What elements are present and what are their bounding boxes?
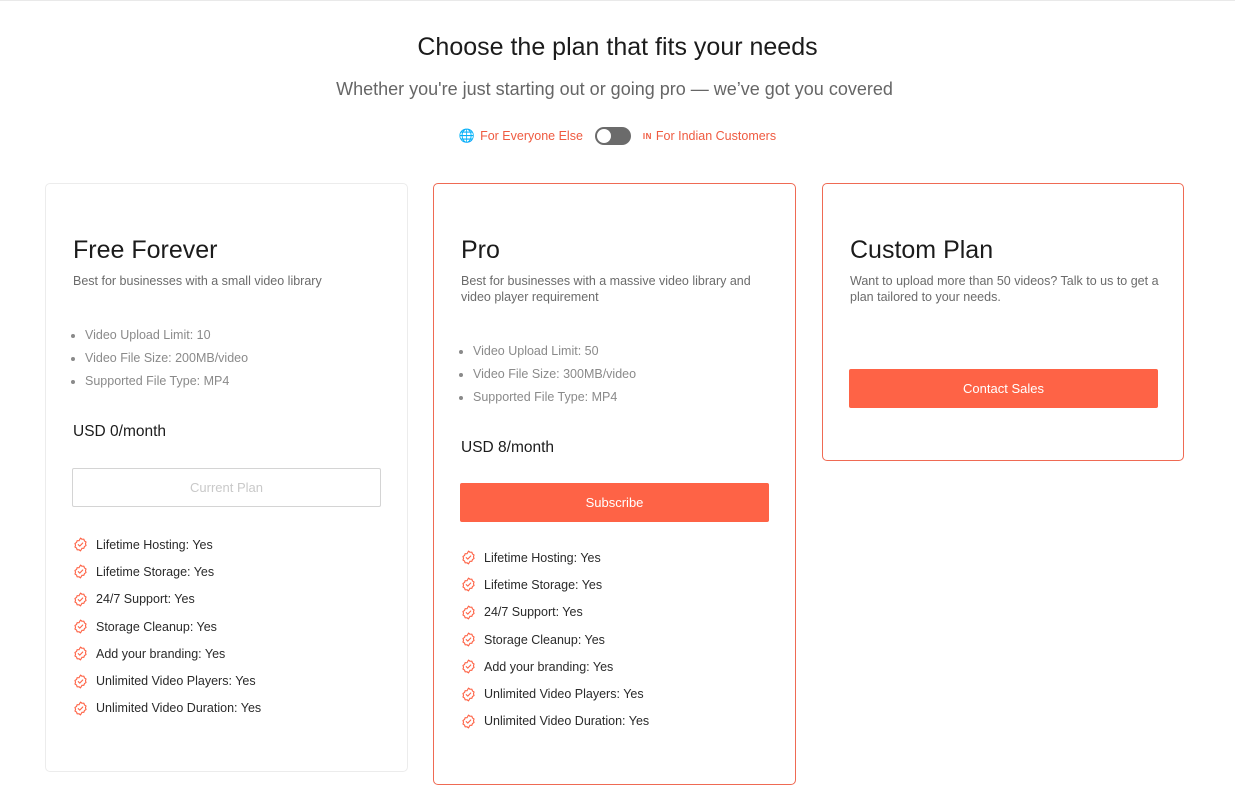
- plan-description: Want to upload more than 50 videos? Talk…: [850, 274, 1159, 304]
- check-badge-icon: [461, 687, 484, 702]
- contact-sales-button[interactable]: Contact Sales: [849, 369, 1158, 408]
- check-badge-icon: [461, 577, 484, 592]
- plan-name: Pro: [461, 236, 500, 264]
- current-plan-button[interactable]: Current Plan: [72, 468, 381, 507]
- feature-item: 24/7 Support: Yes: [73, 586, 261, 613]
- plan-price: USD 0/month: [73, 423, 167, 440]
- plan-card-free: Free Forever Best for businesses with a …: [45, 183, 408, 772]
- feature-label: Unlimited Video Players: Yes: [96, 674, 256, 689]
- plan-price: USD 8/month: [461, 439, 555, 456]
- check-badge-icon: [73, 564, 96, 579]
- check-badge-icon: [461, 605, 484, 620]
- check-badge-icon: [73, 619, 96, 634]
- feature-label: Add your branding: Yes: [96, 646, 226, 661]
- feature-item: Unlimited Video Duration: Yes: [73, 695, 261, 722]
- feature-item: Lifetime Storage: Yes: [73, 558, 261, 585]
- feature-label: Unlimited Video Players: Yes: [484, 687, 644, 702]
- check-badge-icon: [461, 632, 484, 647]
- feature-item: Unlimited Video Duration: Yes: [461, 708, 649, 735]
- plan-card-pro: Pro Best for businesses with a massive v…: [433, 183, 796, 785]
- top-divider: [0, 0, 1235, 1]
- region-label-everyone[interactable]: For Everyone Else: [480, 129, 583, 143]
- limit-item: Video Upload Limit: 50: [473, 340, 636, 363]
- feature-label: Lifetime Storage: Yes: [96, 564, 215, 579]
- feature-item: Add your branding: Yes: [461, 653, 649, 680]
- check-badge-icon: [73, 701, 96, 716]
- limit-item: Video File Size: 300MB/video: [473, 363, 636, 386]
- india-flag-icon: IN: [642, 131, 652, 141]
- region-toggle-switch[interactable]: [594, 127, 631, 145]
- plan-features-list: Lifetime Hosting: Yes Lifetime Storage: Y…: [461, 544, 649, 735]
- plan-name: Free Forever: [73, 236, 218, 264]
- page-subtitle: Whether you're just starting out or goin…: [336, 79, 893, 99]
- feature-label: 24/7 Support: Yes: [484, 605, 583, 620]
- plan-features-list: Lifetime Hosting: Yes Lifetime Storage: Y…: [73, 531, 261, 722]
- feature-item: 24/7 Support: Yes: [461, 599, 649, 626]
- plan-description: Best for businesses with a massive video…: [461, 274, 751, 304]
- feature-item: Add your branding: Yes: [73, 640, 261, 667]
- feature-label: Lifetime Hosting: Yes: [96, 537, 213, 552]
- feature-label: Storage Cleanup: Yes: [484, 632, 605, 647]
- check-badge-icon: [73, 592, 96, 607]
- feature-label: 24/7 Support: Yes: [96, 592, 195, 607]
- limit-item: Supported File Type: MP4: [85, 370, 248, 393]
- check-badge-icon: [461, 550, 484, 565]
- feature-item: Lifetime Storage: Yes: [461, 571, 649, 598]
- check-badge-icon: [73, 646, 96, 661]
- region-toggle-group: 🌐 For Everyone Else IN For Indian Custom…: [0, 127, 1235, 145]
- check-badge-icon: [461, 659, 484, 674]
- subscribe-button[interactable]: Subscribe: [460, 483, 769, 522]
- limit-item: Supported File Type: MP4: [473, 386, 636, 409]
- check-badge-icon: [461, 714, 484, 729]
- limit-item: Video File Size: 200MB/video: [85, 347, 248, 370]
- check-badge-icon: [73, 537, 96, 552]
- region-label-india[interactable]: For Indian Customers: [656, 129, 776, 143]
- feature-item: Unlimited Video Players: Yes: [73, 667, 261, 694]
- page-title: Choose the plan that fits your needs: [417, 33, 818, 61]
- feature-item: Unlimited Video Players: Yes: [461, 680, 649, 707]
- check-badge-icon: [73, 674, 96, 689]
- feature-label: Unlimited Video Duration: Yes: [96, 701, 262, 716]
- feature-item: Storage Cleanup: Yes: [461, 626, 649, 653]
- plan-limits-list: Video Upload Limit: 50 Video File Size: …: [461, 340, 636, 409]
- plan-name: Custom Plan: [850, 236, 994, 264]
- limit-item: Video Upload Limit: 10: [85, 324, 248, 347]
- feature-label: Storage Cleanup: Yes: [96, 619, 217, 634]
- feature-item: Storage Cleanup: Yes: [73, 613, 261, 640]
- globe-icon: 🌐: [458, 128, 476, 143]
- feature-label: Add your branding: Yes: [484, 659, 614, 674]
- feature-label: Lifetime Storage: Yes: [484, 577, 603, 592]
- toggle-knob: [596, 129, 611, 143]
- plan-card-custom: Custom Plan Want to upload more than 50 …: [822, 183, 1184, 461]
- feature-label: Lifetime Hosting: Yes: [484, 550, 601, 565]
- feature-label: Unlimited Video Duration: Yes: [484, 714, 650, 729]
- feature-item: Lifetime Hosting: Yes: [461, 544, 649, 571]
- plan-limits-list: Video Upload Limit: 10 Video File Size: …: [73, 324, 248, 393]
- plan-description: Best for businesses with a small video l…: [73, 274, 322, 288]
- feature-item: Lifetime Hosting: Yes: [73, 531, 261, 558]
